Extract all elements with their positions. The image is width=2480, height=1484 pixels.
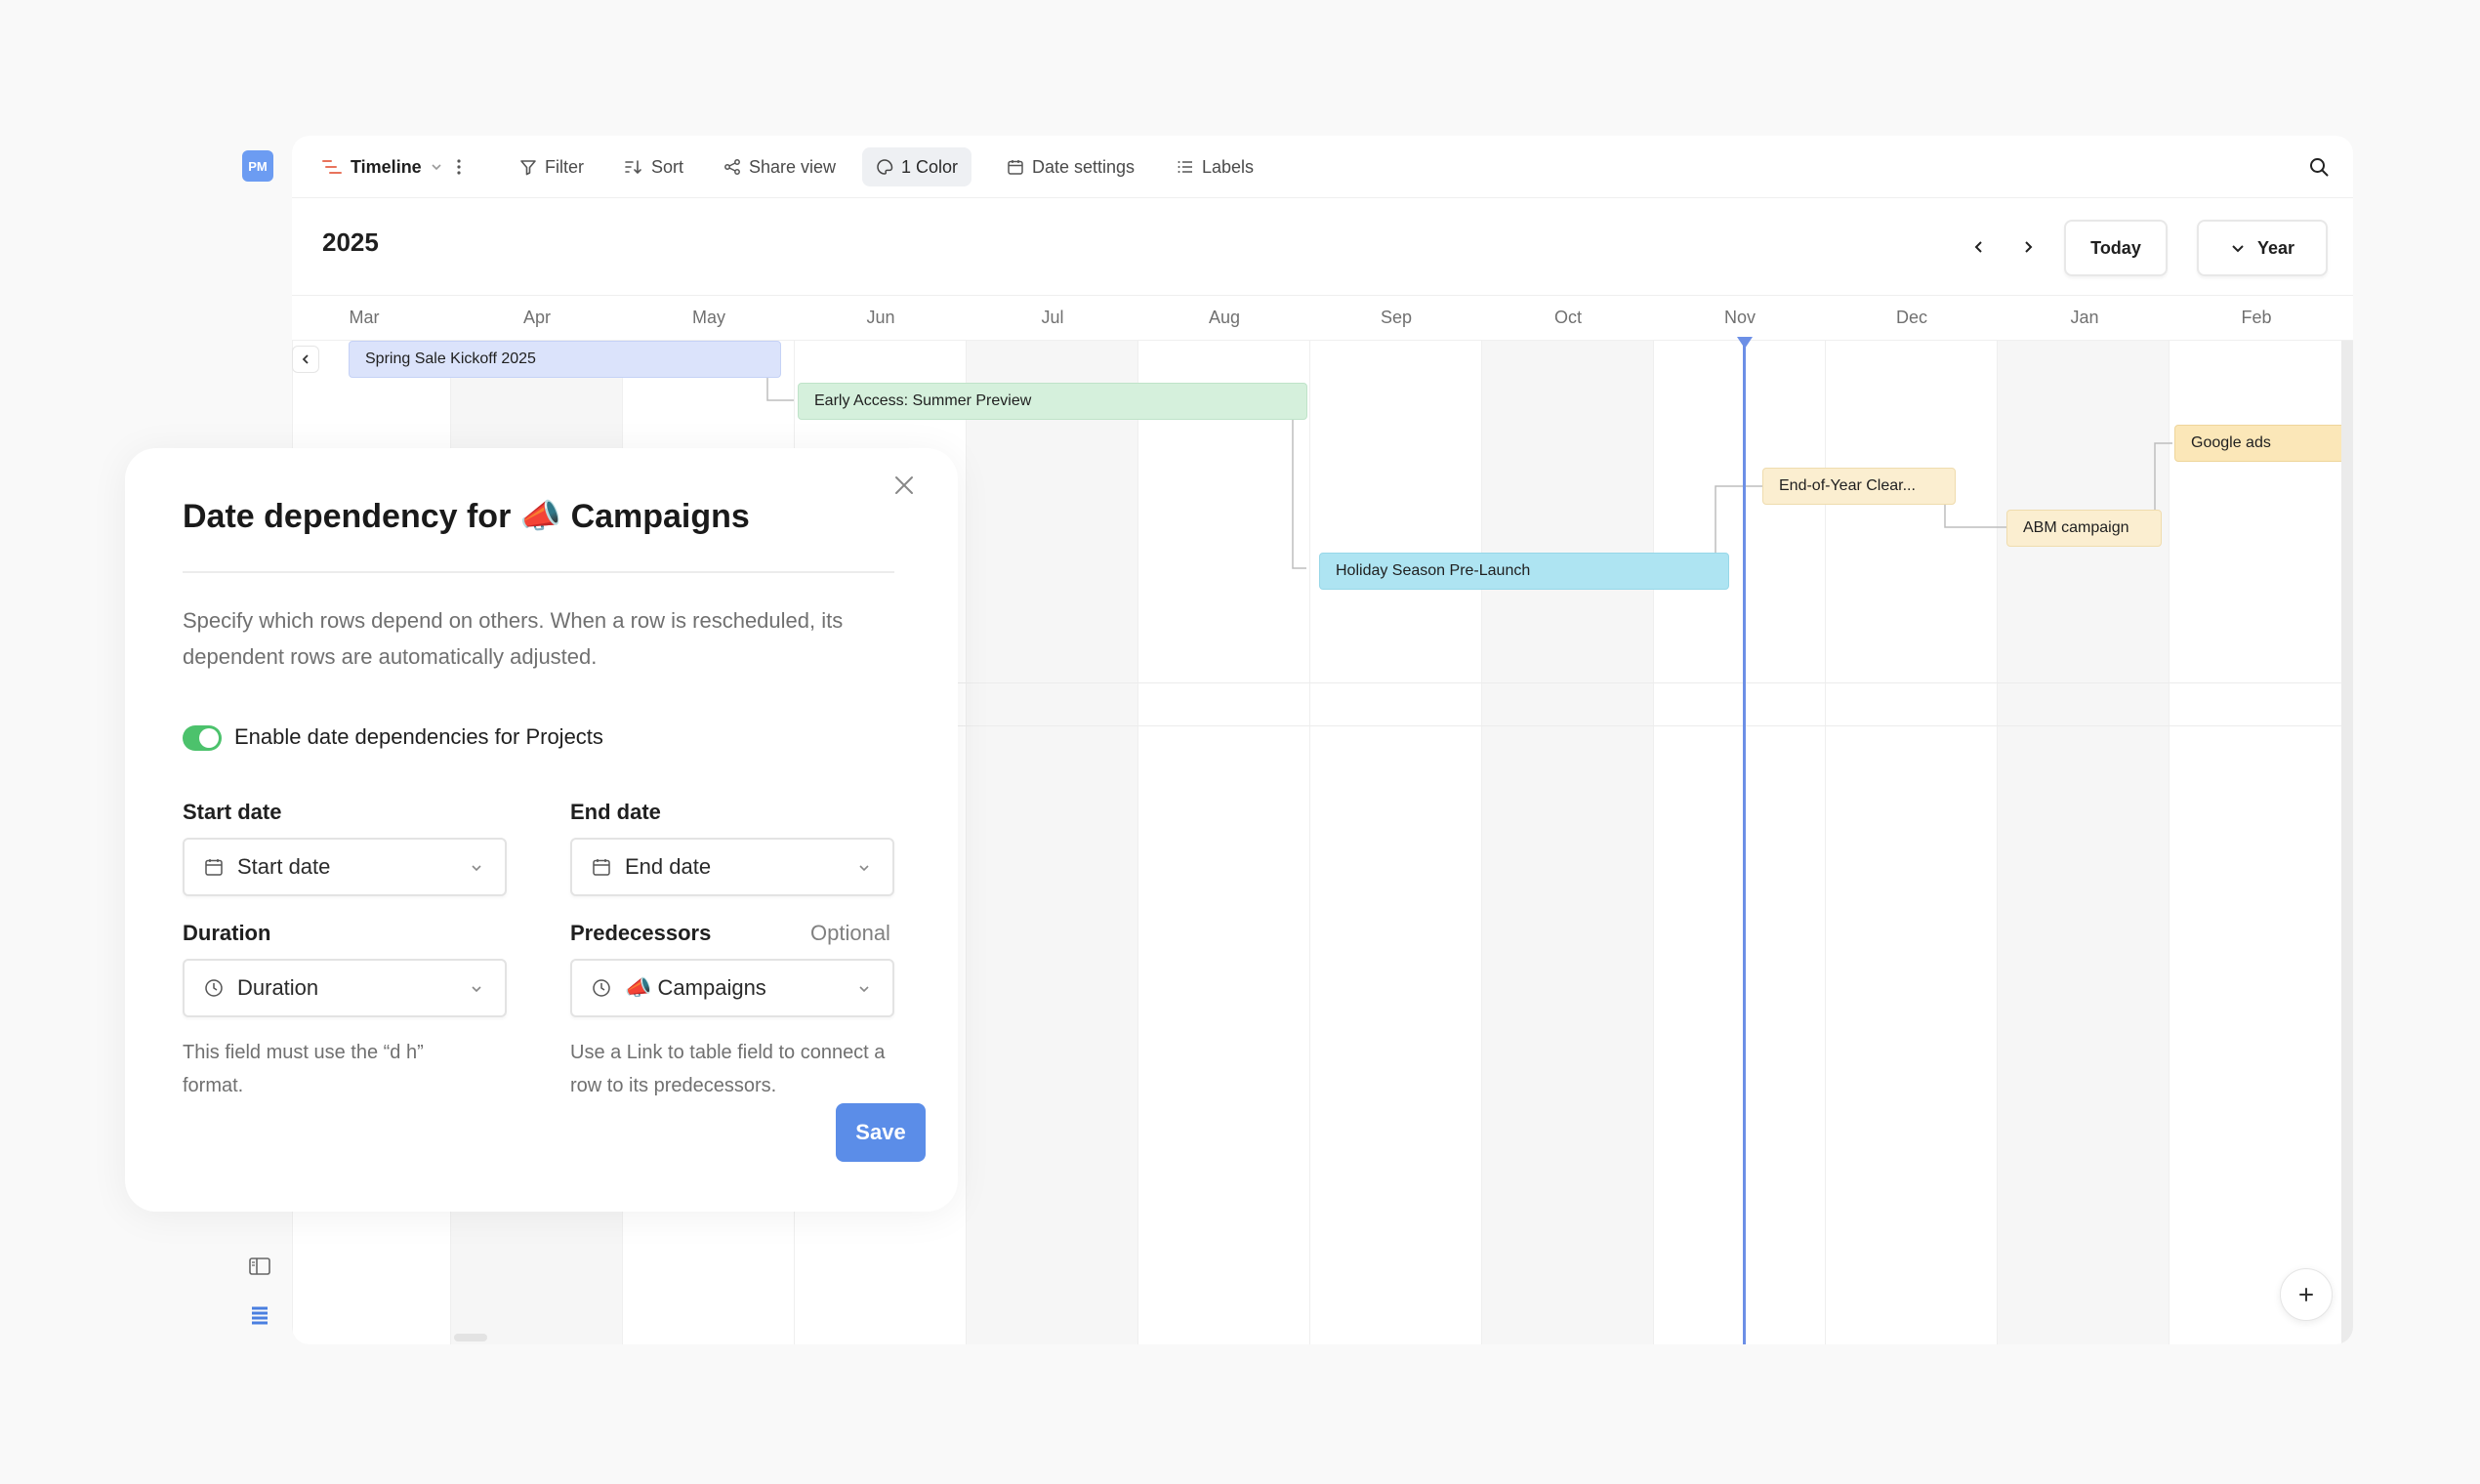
toggle-label: Enable date dependencies for Projects [234, 724, 603, 749]
duration-select[interactable]: Duration [183, 959, 507, 1017]
calendar-icon [205, 859, 223, 876]
duration-hint: This field must use the “d h” format. [183, 1042, 424, 1096]
divider [183, 571, 894, 573]
panel-toggle-button[interactable] [246, 1253, 273, 1280]
collapse-sidebar-button[interactable] [292, 346, 319, 373]
timeline-nav-button[interactable] [246, 1301, 273, 1329]
today-marker [1743, 341, 1746, 1344]
predecessors-label: Predecessors [570, 921, 712, 945]
timeline-bar-spring-sale[interactable]: Spring Sale Kickoff 2025 [349, 341, 781, 378]
dialog-title: Date dependency for 📣 Campaigns [183, 497, 750, 536]
clock-icon [593, 979, 610, 997]
timeline-bar-holiday-season[interactable]: Holiday Season Pre-Launch [1319, 553, 1729, 590]
start-date-select[interactable]: Start date [183, 838, 507, 896]
predecessors-hint: Use a Link to table field to connect a r… [570, 1042, 886, 1096]
close-button[interactable] [887, 468, 922, 503]
vertical-scrollbar[interactable] [2341, 341, 2353, 1344]
timeline-bar-google-ads[interactable]: Google ads [2174, 425, 2353, 462]
calendar-icon [593, 859, 610, 876]
timeline-list-icon [252, 1306, 268, 1325]
end-date-label: End date [570, 800, 661, 824]
megaphone-icon: 📣 [519, 497, 562, 536]
end-date-select[interactable]: End date [570, 838, 894, 896]
plus-icon [2299, 1288, 2313, 1301]
timeline-bar-early-access[interactable]: Early Access: Summer Preview [798, 383, 1307, 420]
chevron-down-icon [472, 986, 481, 993]
dialog-description: Specify which rows depend on others. Whe… [183, 608, 844, 669]
timeline-bar-abm-campaign[interactable]: ABM campaign [2006, 510, 2162, 547]
save-button[interactable]: Save [836, 1103, 926, 1162]
date-dependency-dialog: Date dependency for 📣 Campaigns Specify … [125, 448, 958, 1212]
optional-label: Optional [810, 921, 890, 945]
chevron-down-icon [472, 865, 481, 872]
duration-label: Duration [183, 921, 271, 945]
chevron-down-icon [859, 986, 869, 993]
workspace-avatar[interactable]: PM [242, 150, 273, 182]
megaphone-icon: 📣 [625, 976, 652, 1001]
predecessors-select[interactable]: 📣 Campaigns [570, 959, 894, 1017]
clock-icon [205, 979, 223, 997]
add-record-button[interactable] [2280, 1268, 2333, 1321]
enable-dependencies-toggle[interactable] [183, 725, 222, 751]
horizontal-scrollbar-thumb[interactable] [454, 1334, 487, 1341]
close-icon [895, 476, 913, 494]
today-marker-head [1737, 337, 1753, 349]
timeline-bar-end-of-year[interactable]: End-of-Year Clear... [1762, 468, 1956, 505]
chevron-down-icon [859, 865, 869, 872]
start-date-label: Start date [183, 800, 282, 824]
chevron-left-icon [302, 354, 309, 364]
panel-icon [249, 1257, 270, 1275]
